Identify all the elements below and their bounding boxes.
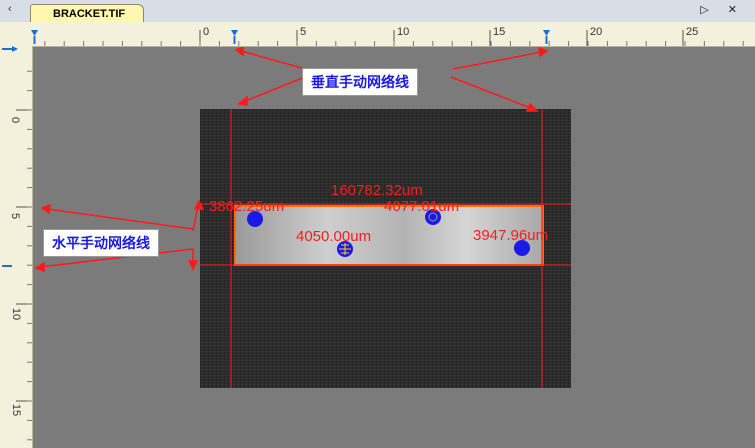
vruler-label-5: 5	[9, 212, 22, 220]
hruler-label-0: 0	[203, 26, 210, 38]
hruler-label-15: 15	[493, 26, 506, 38]
vertical-gridline-callout: 垂直手动网络线	[302, 68, 418, 96]
tab-scroll-left-button[interactable]: ‹	[8, 3, 12, 15]
hruler-label-5: 5	[300, 26, 307, 38]
measurement-label-4: 3947.96um	[473, 227, 549, 244]
hruler-label-25: 25	[686, 26, 699, 38]
vertical-ruler[interactable]: 0 5 10 15	[0, 46, 33, 448]
measurement-label-1: 3862.25um	[209, 198, 285, 215]
vruler-label-15: 15	[10, 403, 23, 417]
hruler-label-20: 20	[590, 26, 603, 38]
measurement-label-3: 4050.00um	[296, 228, 372, 245]
tab-bracket-tif[interactable]: BRACKET.TIF	[30, 4, 145, 23]
vruler-label-0: 0	[9, 116, 22, 124]
measurement-label-total: 160782.32um	[331, 182, 423, 199]
horizontal-ruler-ticks	[31, 30, 744, 46]
horizontal-ruler[interactable]: 0 5 10 15 20 25	[0, 22, 755, 47]
vruler-label-10: 10	[10, 307, 23, 321]
tab-bar: ‹ BRACKET.TIF ▷ ✕	[0, 0, 755, 23]
tab-controls[interactable]: ▷ ✕	[700, 3, 745, 16]
vertical-ruler-ticks	[2, 46, 32, 441]
measurement-label-2: 4077.01um	[384, 198, 460, 215]
horizontal-gridline-callout: 水平手动网络线	[43, 229, 159, 257]
hruler-label-10: 10	[397, 26, 410, 38]
